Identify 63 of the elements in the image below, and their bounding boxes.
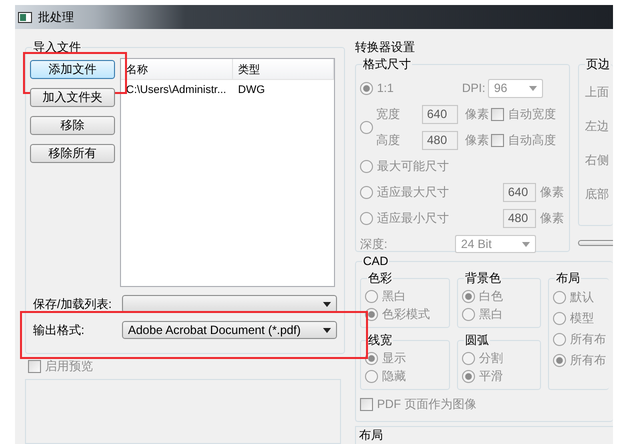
field-label: 底部 bbox=[584, 186, 609, 202]
option-label: 所有布 bbox=[570, 352, 606, 369]
group-title: 布局 bbox=[555, 270, 581, 287]
unit-label: 像素 bbox=[465, 132, 490, 148]
column-header[interactable]: 名称 bbox=[121, 59, 233, 79]
checkbox[interactable] bbox=[28, 360, 41, 373]
caret-icon bbox=[529, 86, 537, 90]
caret-icon bbox=[323, 328, 331, 332]
file-button[interactable]: 移除 bbox=[30, 116, 115, 135]
checkbox-label: PDF 页面作为图像 bbox=[377, 396, 476, 413]
option-label: 适应最大尺寸 bbox=[377, 184, 449, 200]
field-label: DPI: bbox=[462, 81, 486, 95]
field-label: 右侧 bbox=[584, 152, 609, 168]
checkbox-label: 启用预览 bbox=[45, 358, 93, 375]
unit-label: 像素 bbox=[465, 106, 490, 122]
file-button[interactable]: 加入文件夹 bbox=[30, 88, 115, 107]
group-title: 页边 bbox=[585, 56, 611, 73]
field-label: 输出格式: bbox=[32, 322, 86, 338]
option-label: 隐藏 bbox=[382, 368, 406, 384]
button[interactable] bbox=[578, 240, 613, 246]
field-label: 宽度 bbox=[376, 106, 401, 122]
field-label: 左边 bbox=[584, 118, 609, 134]
caret-icon bbox=[522, 242, 530, 246]
option-label: 平滑 bbox=[479, 368, 503, 384]
option-label: 黑白 bbox=[382, 288, 406, 304]
group-title: 线宽 bbox=[367, 332, 393, 349]
group-title: 布局 bbox=[355, 426, 613, 444]
group-title: 圆弧 bbox=[464, 332, 490, 349]
option-label: 分割 bbox=[479, 350, 503, 366]
column-header[interactable]: 类型 bbox=[233, 59, 334, 79]
group-title: 色彩 bbox=[367, 270, 393, 287]
group-title: CAD bbox=[362, 254, 390, 268]
checkbox-label: 自动宽度 bbox=[508, 106, 556, 122]
checkbox-label: 自动高度 bbox=[508, 132, 556, 148]
section-title: 转换器设置 bbox=[355, 39, 416, 56]
window-icon bbox=[18, 12, 32, 22]
table-cell-text: C:\Users\Administr... bbox=[125, 84, 228, 96]
option-label: 适应最小尺寸 bbox=[377, 210, 449, 226]
option-label: 默认 bbox=[570, 289, 594, 306]
file-button[interactable]: 添加文件 bbox=[30, 60, 115, 79]
caret-icon bbox=[323, 302, 331, 306]
field-label: 高度 bbox=[376, 132, 401, 148]
group-title: 格式尺寸 bbox=[362, 56, 412, 73]
option-label: 所有布 bbox=[570, 331, 606, 348]
option-label: 1:1 bbox=[377, 81, 394, 95]
option-label: 显示 bbox=[382, 350, 406, 366]
option-label: 色彩模式 bbox=[382, 306, 430, 322]
option-label: 白色 bbox=[479, 288, 503, 304]
table-cell-text: DWG bbox=[237, 84, 266, 96]
option-label: 最大可能尺寸 bbox=[377, 158, 449, 174]
field-label: 深度: bbox=[360, 236, 388, 252]
option-label: 黑白 bbox=[479, 306, 503, 322]
unit-label: 像素 bbox=[540, 184, 564, 200]
window-title: 批处理 bbox=[38, 8, 74, 26]
field-label: 保存/加载列表: bbox=[32, 296, 113, 312]
group-title: 导入文件 bbox=[32, 39, 82, 56]
file-button[interactable]: 移除所有 bbox=[30, 144, 115, 163]
dropdown[interactable]: Adobe Acrobat Document (*.pdf) bbox=[122, 321, 337, 339]
file-list[interactable]: 名称 类型 C:\Users\Administr... DWG bbox=[120, 58, 335, 287]
group-title: 背景色 bbox=[464, 270, 502, 287]
option-label: 模型 bbox=[570, 310, 594, 327]
unit-label: 像素 bbox=[540, 210, 564, 226]
field-label: 上面 bbox=[584, 84, 609, 100]
